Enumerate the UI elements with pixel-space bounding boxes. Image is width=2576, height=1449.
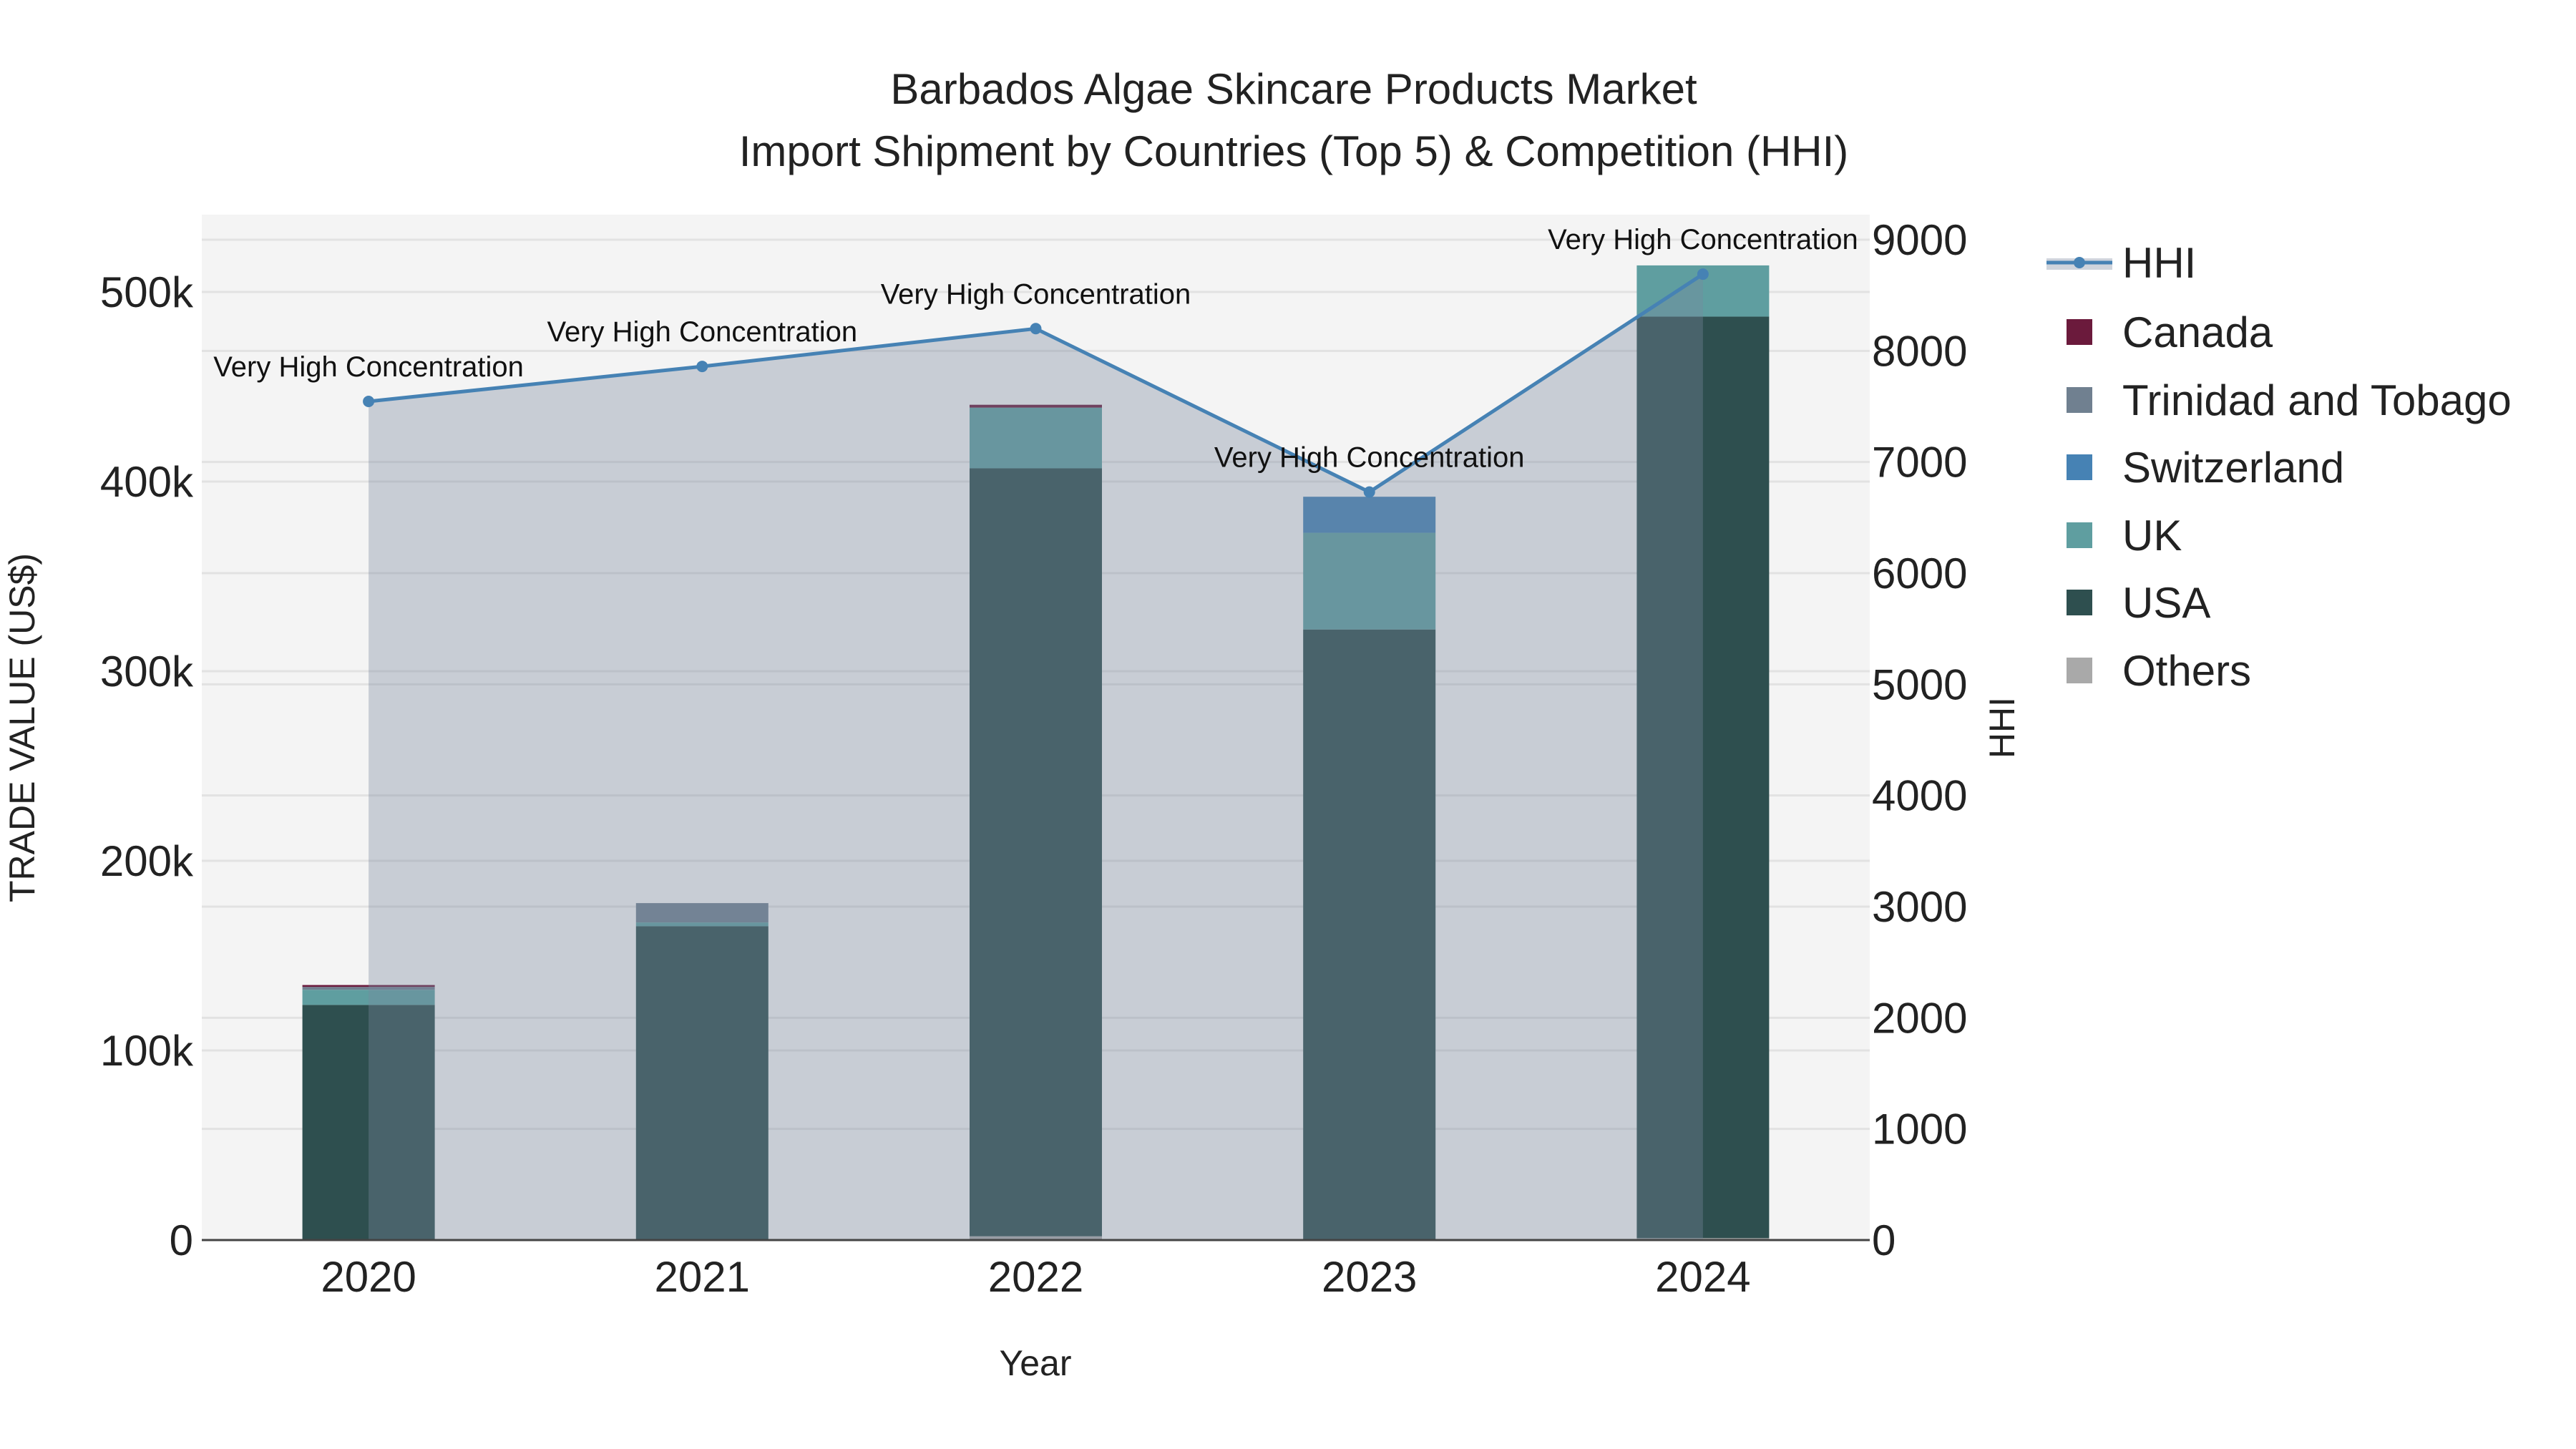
hhi-annotation: Very High Concentration xyxy=(881,278,1191,310)
chart: Very High Concentration Very High Concent… xyxy=(2,65,2512,1383)
hhi-annotation: Very High Concentration xyxy=(547,316,858,348)
hhi-point-2024 xyxy=(1697,268,1709,280)
hhi-point-2020 xyxy=(363,396,375,408)
legend-label: HHI xyxy=(2122,239,2196,287)
y2-tick-label: 3000 xyxy=(1872,883,1967,931)
legend-swatch xyxy=(2067,319,2092,345)
hhi-area xyxy=(369,274,1703,1240)
legend-item-uk[interactable]: UK xyxy=(2067,512,2182,560)
legend-label: USA xyxy=(2122,579,2210,627)
hhi-point-2021 xyxy=(696,361,708,373)
legend-swatch xyxy=(2067,387,2092,413)
hhi-series: Very High Concentration Very High Concent… xyxy=(213,224,1858,1240)
legend-swatch xyxy=(2067,522,2092,548)
x-tick-label: 2024 xyxy=(1655,1253,1750,1301)
legend-label: Canada xyxy=(2122,308,2273,356)
legend-swatch xyxy=(2067,658,2092,683)
hhi-point-2022 xyxy=(1030,323,1042,335)
legend-item-usa[interactable]: USA xyxy=(2067,579,2210,627)
legend-label: Switzerland xyxy=(2122,444,2344,492)
y-tick-label: 200k xyxy=(100,837,194,885)
y2-tick-label: 8000 xyxy=(1872,327,1967,375)
y2-tick-label: 2000 xyxy=(1872,994,1967,1042)
y-tick-label: 100k xyxy=(100,1027,194,1075)
legend-item-switzerland[interactable]: Switzerland xyxy=(2067,444,2344,492)
y-tick-label: 500k xyxy=(100,268,194,316)
y-axis-title: TRADE VALUE (US$) xyxy=(2,553,42,902)
y-tick-label: 400k xyxy=(100,458,194,506)
x-tick-label: 2022 xyxy=(988,1253,1083,1301)
y2-axis-title: HHI xyxy=(1982,697,2022,758)
legend-item-trinidad-and-tobago[interactable]: Trinidad and Tobago xyxy=(2067,376,2512,424)
legend-label: UK xyxy=(2122,512,2182,560)
hhi-point-2023 xyxy=(1363,486,1375,498)
y2-tick-label: 5000 xyxy=(1872,660,1967,708)
y2-tick-label: 9000 xyxy=(1872,216,1967,264)
y2-tick-label: 4000 xyxy=(1872,772,1967,820)
hhi-annotation: Very High Concentration xyxy=(213,351,524,383)
legend-item-others[interactable]: Others xyxy=(2067,647,2251,695)
chart-title: Barbados Algae Skincare Products Market xyxy=(890,65,1697,113)
hhi-annotation: Very High Concentration xyxy=(1548,224,1858,255)
y2-tick-label: 6000 xyxy=(1872,550,1967,597)
legend-item-hhi[interactable]: HHI xyxy=(2046,239,2196,287)
y2-tick-label: 0 xyxy=(1872,1216,1896,1264)
y2-tick-label: 1000 xyxy=(1872,1106,1967,1153)
x-tick-label: 2021 xyxy=(655,1253,750,1301)
legend-item-canada[interactable]: Canada xyxy=(2067,308,2273,356)
legend-swatch xyxy=(2067,590,2092,615)
x-tick-label: 2020 xyxy=(321,1253,416,1301)
y-tick-label: 300k xyxy=(100,648,194,696)
legend-label: Others xyxy=(2122,647,2251,695)
x-tick-label: 2023 xyxy=(1322,1253,1417,1301)
x-axis-title: Year xyxy=(999,1343,1071,1383)
legend-swatch xyxy=(2067,454,2092,480)
y2-tick-label: 7000 xyxy=(1872,439,1967,487)
hhi-annotation: Very High Concentration xyxy=(1214,442,1525,474)
y-tick-label: 0 xyxy=(170,1216,193,1264)
chart-subtitle: Import Shipment by Countries (Top 5) & C… xyxy=(739,127,1849,175)
legend-marker-icon xyxy=(2074,257,2085,268)
legend: HHI Canada Trinidad and Tobago Switzerland U… xyxy=(2046,239,2512,695)
legend-label: Trinidad and Tobago xyxy=(2122,376,2512,424)
